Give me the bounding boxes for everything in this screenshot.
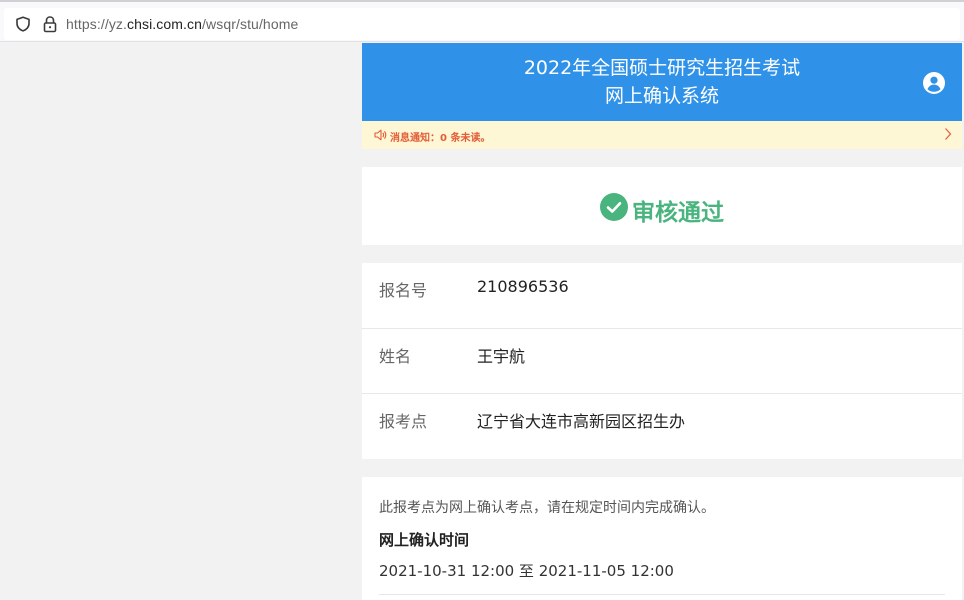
url-text[interactable]: https://yz.chsi.com.cn/wsqr/stu/home xyxy=(66,16,298,32)
status-text: 审核通过 xyxy=(632,200,724,226)
confirmation-time-range: 2021-10-31 12:00 至 2021-11-05 12:00 xyxy=(379,562,674,580)
info-row-exam-site: 报考点 辽宁省大连市高新园区招生办 xyxy=(362,393,962,458)
confirmation-description: 此报考点为网上确认考点，请在规定时间内完成确认。 xyxy=(379,500,715,516)
chevron-right-icon[interactable] xyxy=(944,127,952,141)
page-header: 2022年全国硕士研究生招生考试 网上确认系统 xyxy=(362,43,962,121)
registration-number-label: 报名号 xyxy=(379,281,428,300)
url-field[interactable]: https://yz.chsi.com.cn/wsqr/stu/home xyxy=(4,8,960,40)
shield-icon[interactable] xyxy=(15,16,31,32)
browser-address-bar: https://yz.chsi.com.cn/wsqr/stu/home xyxy=(0,0,964,42)
confirmation-time-heading: 网上确认时间 xyxy=(379,531,470,549)
url-path: /wsqr/stu/home xyxy=(202,16,299,32)
info-row-name: 姓名 王宇航 xyxy=(362,328,962,393)
main-column: 2022年全国硕士研究生招生考试 网上确认系统 消息通知：0 条未读。 审核通过 xyxy=(362,43,962,600)
lock-icon[interactable] xyxy=(42,15,58,33)
notice-text: 消息通知：0 条未读。 xyxy=(390,133,491,144)
applicant-info-card: 报名号 210896536 姓名 王宇航 报考点 辽宁省大连市高新园区招生办 xyxy=(362,263,962,459)
name-label: 姓名 xyxy=(379,347,412,366)
header-title-line1: 2022年全国硕士研究生招生考试 xyxy=(523,57,801,79)
speaker-icon xyxy=(374,129,387,141)
info-row-registration-number: 报名号 210896536 xyxy=(362,263,962,328)
name-value: 王宇航 xyxy=(477,347,526,366)
url-prefix: https://yz. xyxy=(66,16,128,32)
exam-site-value: 辽宁省大连市高新园区招生办 xyxy=(477,412,686,431)
confirmation-info-card: 此报考点为网上确认考点，请在规定时间内完成确认。 网上确认时间 2021-10-… xyxy=(362,477,962,600)
check-circle-icon xyxy=(600,193,628,221)
header-title-line2: 网上确认系统 xyxy=(604,85,719,107)
registration-number-value: 210896536 xyxy=(477,277,569,296)
url-host: chsi.com.cn xyxy=(127,16,203,32)
divider xyxy=(379,594,945,595)
user-circle-icon[interactable] xyxy=(922,71,946,95)
review-status-card: 审核通过 xyxy=(362,167,962,245)
exam-site-label: 报考点 xyxy=(379,412,428,431)
message-notice-bar[interactable]: 消息通知：0 条未读。 xyxy=(362,121,962,149)
